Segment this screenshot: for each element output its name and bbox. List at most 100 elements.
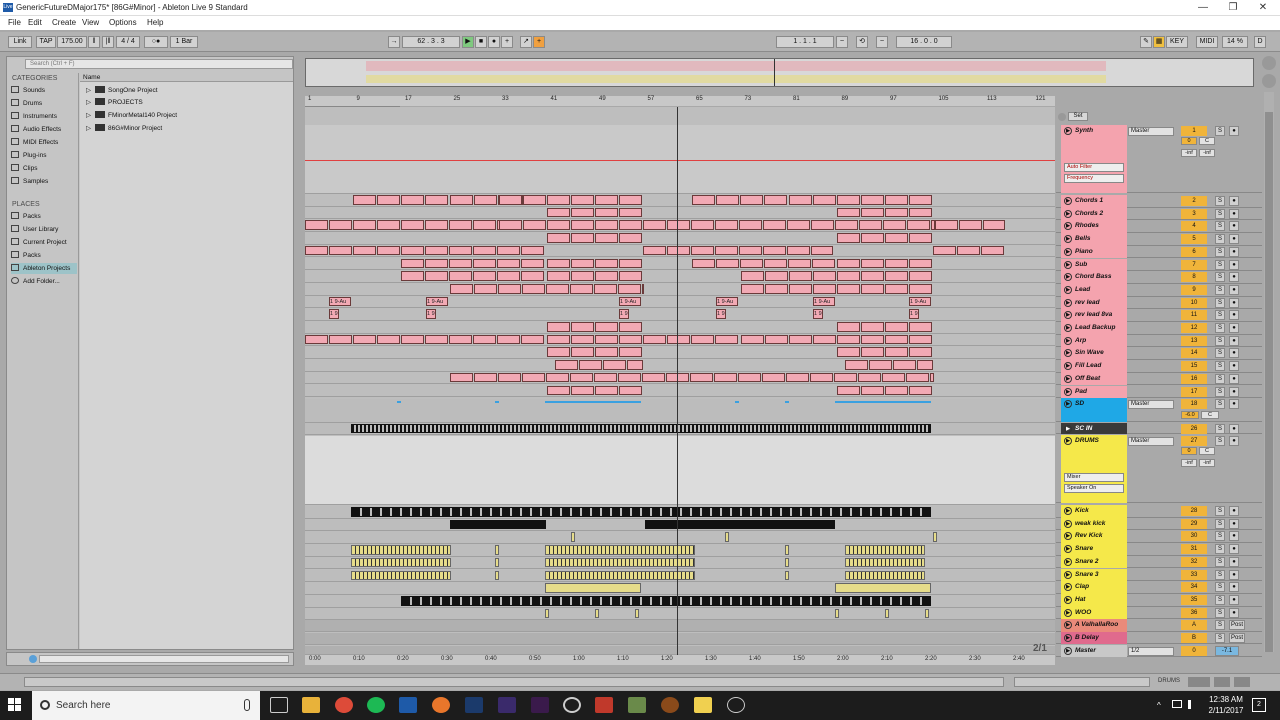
track-expand-icon[interactable]: ▶	[1064, 285, 1072, 294]
clip[interactable]	[764, 195, 787, 205]
clip[interactable]	[716, 258, 739, 269]
drum-track-header[interactable]: ▶ WOO 36 S ●	[1056, 606, 1262, 620]
clip[interactable]	[619, 334, 642, 345]
mixer-value[interactable]: C	[1199, 137, 1215, 145]
clip[interactable]	[351, 545, 451, 555]
restore-button[interactable]: ❐	[1218, 0, 1248, 16]
preview-icon[interactable]	[29, 655, 37, 663]
track-expand-icon[interactable]: ▶	[1064, 324, 1072, 332]
clip[interactable]	[837, 322, 860, 332]
arm-button[interactable]: ●	[1229, 297, 1239, 308]
solo-button[interactable]: S	[1215, 284, 1225, 295]
clip[interactable]	[473, 245, 496, 256]
solo-button[interactable]: S	[1215, 259, 1225, 270]
sd-lane[interactable]	[305, 399, 1055, 423]
track-name[interactable]: ▶ A ValhallaRoo	[1061, 619, 1127, 632]
track-expand-icon[interactable]: ▶	[1064, 235, 1072, 244]
arm-button[interactable]: ●	[1229, 126, 1239, 136]
arm-button[interactable]: ●	[1229, 259, 1239, 270]
arm-button[interactable]: ●	[1229, 196, 1239, 206]
synth-track-lane[interactable]	[305, 206, 1055, 220]
mixer-value[interactable]: -inf	[1199, 459, 1215, 467]
clip[interactable]	[619, 233, 642, 243]
clip[interactable]	[305, 334, 328, 345]
synth-track-lane[interactable]	[305, 359, 1055, 372]
track-fader[interactable]	[1130, 426, 1176, 432]
track-expand-icon[interactable]: ▶	[1064, 247, 1072, 256]
clip[interactable]	[643, 334, 666, 345]
clip[interactable]	[893, 360, 916, 370]
vertical-scrollbar[interactable]	[1264, 92, 1274, 652]
clip[interactable]	[837, 385, 860, 396]
clip[interactable]	[690, 372, 713, 383]
clip[interactable]	[714, 372, 737, 383]
chrome-icon[interactable]	[335, 697, 353, 713]
clip[interactable]	[570, 283, 593, 294]
track-fader[interactable]	[1130, 350, 1176, 357]
clip[interactable]: 1 9-Au	[619, 296, 641, 307]
clip[interactable]	[425, 245, 448, 256]
output-select[interactable]: Master	[1128, 437, 1174, 446]
clip[interactable]	[739, 245, 762, 256]
clip[interactable]	[787, 245, 810, 256]
track-name[interactable]: ▶ Bells	[1061, 233, 1127, 246]
clip[interactable]	[845, 545, 925, 555]
clip[interactable]	[861, 271, 884, 281]
spotify-icon[interactable]	[367, 697, 385, 713]
clip[interactable]	[740, 195, 763, 205]
clip[interactable]	[691, 334, 714, 345]
synth-track-header[interactable]: ▶ Chords 2 3 S ●	[1056, 207, 1262, 221]
track-expand-icon[interactable]: ▶	[1064, 209, 1072, 218]
arm-button[interactable]: ●	[1229, 582, 1239, 593]
clip[interactable]	[473, 271, 496, 281]
track-expand-icon[interactable]: ▶	[1064, 336, 1072, 345]
windows-start-icon[interactable]	[8, 698, 22, 712]
arrangement-overview[interactable]	[305, 58, 1254, 87]
track-number[interactable]: 8	[1181, 272, 1207, 283]
track-name[interactable]: ▶ SC IN	[1061, 423, 1127, 434]
premiere-icon[interactable]	[531, 697, 549, 713]
clip[interactable]	[474, 372, 497, 383]
app-red-icon[interactable]	[595, 697, 613, 713]
clip[interactable]	[763, 220, 786, 231]
view-switch-icon-2[interactable]	[1262, 74, 1276, 88]
speaker-icon[interactable]	[1188, 700, 1198, 709]
clip[interactable]	[845, 360, 868, 370]
clip[interactable]	[595, 207, 618, 218]
track-number[interactable]: 13	[1181, 335, 1207, 346]
clip[interactable]	[425, 271, 448, 281]
clip[interactable]	[618, 283, 641, 294]
clip[interactable]	[787, 220, 810, 231]
clip[interactable]	[499, 195, 522, 205]
track-expand-icon[interactable]: ▶	[1064, 311, 1072, 320]
clip[interactable]	[305, 245, 328, 256]
clip[interactable]	[521, 334, 544, 345]
menu-view[interactable]: View	[82, 18, 99, 27]
mixer-value[interactable]: -inf	[1181, 459, 1197, 467]
clip[interactable]	[765, 283, 788, 294]
clip[interactable]	[450, 283, 473, 294]
clip[interactable]	[305, 220, 328, 231]
file-fminormetal-project[interactable]: ▷ FMinorMetal140 Project	[86, 110, 177, 122]
track-expand-icon[interactable]: ▶	[1064, 608, 1072, 617]
track-expand-icon[interactable]: ▶	[1064, 507, 1072, 515]
master-track-header[interactable]: ▶Master1/20S●-7.1	[1056, 645, 1262, 657]
clip[interactable]	[811, 220, 834, 231]
arm-button[interactable]: ●	[1229, 284, 1239, 295]
clip[interactable]	[861, 347, 884, 358]
clip[interactable]	[571, 233, 594, 243]
mixer-value[interactable]: 0	[1181, 137, 1197, 145]
solo-button[interactable]: S	[1215, 632, 1225, 643]
clip[interactable]	[667, 334, 690, 345]
clip[interactable]	[859, 220, 882, 231]
solo-button[interactable]: S	[1215, 297, 1225, 308]
clip[interactable]	[935, 220, 958, 231]
punch-in-icon[interactable]: ~	[836, 36, 848, 48]
name-column-header[interactable]: Name	[80, 73, 293, 82]
track-name[interactable]: ▶ Sin Wave	[1061, 347, 1127, 361]
clip[interactable]	[785, 545, 789, 555]
synth-track-header[interactable]: ▶ Sub 7 S ●	[1056, 258, 1262, 272]
key-map-button[interactable]: KEY	[1166, 36, 1188, 48]
clip[interactable]	[810, 372, 833, 383]
clip[interactable]	[329, 245, 352, 256]
